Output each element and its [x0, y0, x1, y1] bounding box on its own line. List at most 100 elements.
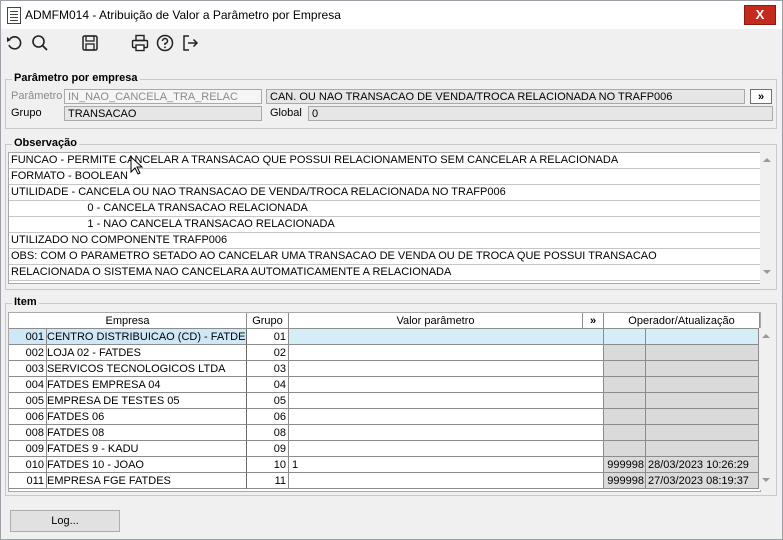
- main-window: ADMFM014 - Atribuição de Valor a Parâmet…: [0, 0, 783, 540]
- empresa-name-cell: FATDES 06: [47, 409, 247, 425]
- valor-parametro-cell[interactable]: [289, 473, 604, 489]
- table-row[interactable]: 003 SERVICOS TECNOLOGICOS LTDA 03: [9, 361, 760, 377]
- atualizacao-cell: [646, 377, 759, 393]
- empresa-name-cell: FATDES 9 - KADU: [47, 441, 247, 457]
- table-row[interactable]: 002 LOJA 02 - FATDES 02: [9, 345, 760, 361]
- expand-valor-button[interactable]: »: [583, 313, 604, 329]
- global-field: 0: [308, 106, 773, 121]
- item-scrollbar[interactable]: [759, 328, 773, 490]
- observacao-line: 1 - NAO CANCELA TRANSACAO RELACIONADA: [9, 217, 761, 233]
- grupo-cell: 08: [247, 425, 289, 441]
- window-title: ADMFM014 - Atribuição de Valor a Parâmet…: [25, 8, 341, 22]
- empresa-code-cell: 009: [9, 441, 47, 457]
- grupo-cell: 11: [247, 473, 289, 489]
- empresa-name-cell: SERVICOS TECNOLOGICOS LTDA: [47, 361, 247, 377]
- header-valor[interactable]: Valor parâmetro: [289, 313, 583, 329]
- empresa-name-cell: FATDES 10 - JOAO: [47, 457, 247, 473]
- grupo-label: Grupo: [11, 107, 42, 119]
- title-bar: ADMFM014 - Atribuição de Valor a Parâmet…: [1, 1, 782, 29]
- grupo-cell: 03: [247, 361, 289, 377]
- empresa-name-cell: FATDES 08: [47, 425, 247, 441]
- empresa-code-cell: 008: [9, 425, 47, 441]
- toolbar: [1, 29, 782, 59]
- global-label: Global: [270, 107, 302, 119]
- table-row[interactable]: 008 FATDES 08 08: [9, 425, 760, 441]
- atualizacao-cell: [646, 329, 759, 345]
- empresa-name-cell: LOJA 02 - FATDES: [47, 345, 247, 361]
- empresa-code-cell: 006: [9, 409, 47, 425]
- table-row[interactable]: 004 FATDES EMPRESA 04 04: [9, 377, 760, 393]
- table-row[interactable]: 011 EMPRESA FGE FATDES 11 999998 27/03/2023 …: [9, 473, 760, 489]
- table-row[interactable]: 010 FATDES 10 - JOAO 10 1 999998 28/03/2023 1…: [9, 457, 760, 473]
- valor-parametro-cell[interactable]: [289, 329, 604, 345]
- table-row[interactable]: 005 EMPRESA DE TESTES 05 05: [9, 393, 760, 409]
- empresa-code-cell: 004: [9, 377, 47, 393]
- valor-parametro-cell[interactable]: [289, 345, 604, 361]
- valor-parametro-cell[interactable]: [289, 425, 604, 441]
- empresa-name-cell: FATDES EMPRESA 04: [47, 377, 247, 393]
- empresa-name-cell: EMPRESA DE TESTES 05: [47, 393, 247, 409]
- empresa-code-cell: 010: [9, 457, 47, 473]
- table-row[interactable]: 001 CENTRO DISTRIBUICAO (CD) - FATDES 01: [9, 329, 760, 345]
- grupo-cell: 01: [247, 329, 289, 345]
- expand-parametro-button[interactable]: »: [750, 89, 772, 104]
- search-icon[interactable]: [30, 33, 50, 53]
- table-row[interactable]: 009 FATDES 9 - KADU 09: [9, 441, 760, 457]
- empresa-code-cell: 002: [9, 345, 47, 361]
- observacao-section-title: Observação: [12, 137, 79, 149]
- valor-parametro-cell[interactable]: [289, 377, 604, 393]
- grupo-cell: 06: [247, 409, 289, 425]
- valor-parametro-cell[interactable]: [289, 409, 604, 425]
- parametro-label: Parâmetro: [11, 90, 63, 102]
- print-icon[interactable]: [130, 33, 150, 53]
- grupo-cell: 04: [247, 377, 289, 393]
- empresa-name-cell: CENTRO DISTRIBUICAO (CD) - FATDES: [47, 329, 247, 345]
- close-button[interactable]: X: [744, 5, 776, 25]
- operador-cell: 999998: [604, 457, 646, 473]
- operador-cell: 999998: [604, 473, 646, 489]
- observacao-textbox[interactable]: FUNCAO - PERMITE CANCELAR A TRANSACAO QU…: [8, 152, 762, 284]
- observacao-scrollbar[interactable]: [760, 152, 774, 284]
- valor-parametro-cell[interactable]: [289, 393, 604, 409]
- scroll-up-icon[interactable]: [763, 158, 771, 162]
- parametro-field[interactable]: IN_NAO_CANCELA_TRA_RELAC: [64, 89, 262, 104]
- atualizacao-cell: [646, 409, 759, 425]
- help-icon[interactable]: [155, 33, 175, 53]
- exit-icon[interactable]: [180, 33, 200, 53]
- scroll-down-icon[interactable]: [763, 270, 771, 274]
- operador-cell: [604, 377, 646, 393]
- scroll-down-icon[interactable]: [762, 478, 770, 482]
- save-icon[interactable]: [80, 33, 100, 53]
- item-section-title: Item: [12, 296, 39, 308]
- header-operador[interactable]: Operador/Atualização: [604, 313, 760, 329]
- undo-icon[interactable]: [5, 33, 25, 53]
- observacao-line: 0 - CANCELA TRANSACAO RELACIONADA: [9, 201, 761, 217]
- scroll-up-icon[interactable]: [762, 334, 770, 338]
- operador-cell: [604, 441, 646, 457]
- empresa-name-cell: EMPRESA FGE FATDES: [47, 473, 247, 489]
- atualizacao-cell: [646, 393, 759, 409]
- log-button[interactable]: Log...: [10, 510, 120, 532]
- atualizacao-cell: [646, 345, 759, 361]
- observacao-line: FUNCAO - PERMITE CANCELAR A TRANSACAO QU…: [9, 153, 761, 169]
- atualizacao-cell: 27/03/2023 08:19:37: [646, 473, 759, 489]
- operador-cell: [604, 393, 646, 409]
- operador-cell: [604, 329, 646, 345]
- header-empresa[interactable]: Empresa: [9, 313, 247, 329]
- grupo-cell: 09: [247, 441, 289, 457]
- item-table: Empresa Grupo Valor parâmetro » Operador…: [8, 312, 761, 492]
- table-row[interactable]: 006 FATDES 06 06: [9, 409, 760, 425]
- observacao-line: UTILIZADO NO COMPONENTE TRAFP006: [9, 233, 761, 249]
- observacao-line: OBS: COM O PARAMETRO SETADO AO CANCELAR …: [9, 249, 761, 265]
- valor-parametro-cell[interactable]: 1: [289, 457, 604, 473]
- operador-cell: [604, 361, 646, 377]
- operador-cell: [604, 425, 646, 441]
- header-grupo[interactable]: Grupo: [247, 313, 289, 329]
- valor-parametro-cell[interactable]: [289, 361, 604, 377]
- observacao-line: FORMATO - BOOLEAN: [9, 169, 761, 185]
- valor-parametro-cell[interactable]: [289, 441, 604, 457]
- observacao-line: RELACIONADA O SISTEMA NAO CANCELARA AUTO…: [9, 265, 761, 281]
- grupo-cell: 02: [247, 345, 289, 361]
- operador-cell: [604, 345, 646, 361]
- parametro-group: Parâmetro por empresa: [5, 72, 777, 129]
